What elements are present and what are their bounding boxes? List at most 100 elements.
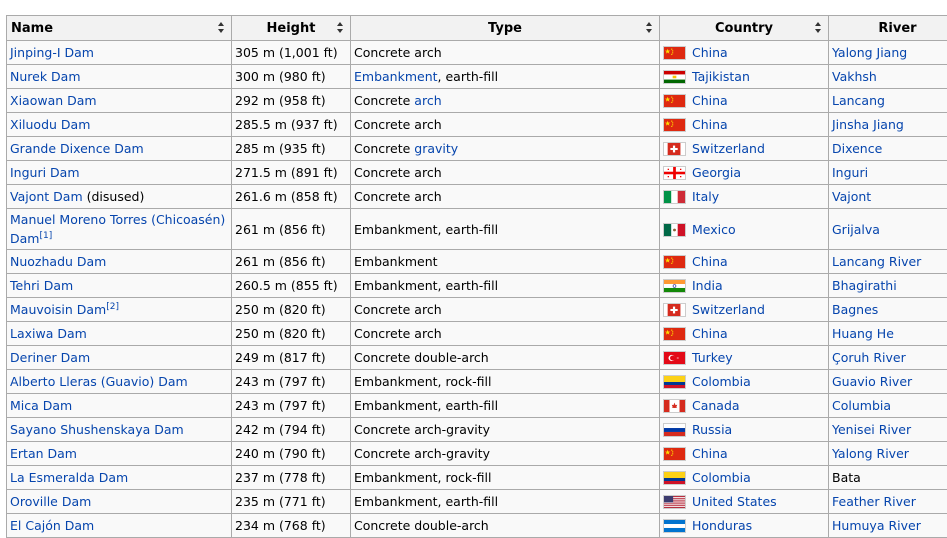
country-link[interactable]: China <box>692 326 728 341</box>
country-link[interactable]: Georgia <box>692 165 741 180</box>
country-link[interactable]: China <box>692 117 728 132</box>
dam-height: 260.5 m (855 ft) <box>235 278 338 293</box>
table-row: Xiaowan Dam292 m (958 ft)Concrete archCh… <box>7 89 947 113</box>
country-link[interactable]: Colombia <box>692 374 751 389</box>
column-header-type[interactable]: Type <box>351 16 660 41</box>
cell-type: Embankment, rock-fill <box>351 370 660 394</box>
reference-link[interactable]: [2] <box>106 302 119 312</box>
china-flag-icon <box>663 118 686 132</box>
table-row: Xiluodu Dam285.5 m (937 ft)Concrete arch… <box>7 113 947 137</box>
cell-river: Columbia <box>829 394 947 418</box>
dam-name-link[interactable]: Laxiwa Dam <box>10 326 87 341</box>
cell-height: 285.5 m (937 ft) <box>232 113 351 137</box>
river-link[interactable]: Vakhsh <box>832 69 877 84</box>
cell-name: Grande Dixence Dam <box>7 137 232 161</box>
country-link[interactable]: Mexico <box>692 222 736 237</box>
dam-name-link[interactable]: Oroville Dam <box>10 494 91 509</box>
dam-name-link[interactable]: Deriner Dam <box>10 350 90 365</box>
river-link[interactable]: Guavio River <box>832 374 912 389</box>
dam-type-text: Concrete double-arch <box>354 350 489 365</box>
country-link[interactable]: Turkey <box>692 350 733 365</box>
country-link[interactable]: United States <box>692 494 777 509</box>
dam-name-link[interactable]: Inguri Dam <box>10 165 80 180</box>
river-link[interactable]: Lancang River <box>832 254 921 269</box>
dam-name-link[interactable]: Xiaowan Dam <box>10 93 97 108</box>
dam-name-link[interactable]: Alberto Lleras (Guavio) Dam <box>10 374 188 389</box>
dam-type-link[interactable]: arch <box>414 93 441 108</box>
column-header-country[interactable]: Country <box>660 16 829 41</box>
dam-name-link[interactable]: Nurek Dam <box>10 69 81 84</box>
river-link[interactable]: Columbia <box>832 398 891 413</box>
dam-name-link[interactable]: Jinping-I Dam <box>10 45 94 60</box>
column-header-height[interactable]: Height <box>232 16 351 41</box>
river-link[interactable]: Bagnes <box>832 302 878 317</box>
dam-name-link[interactable]: Vajont Dam <box>10 189 83 204</box>
river-link[interactable]: Yalong River <box>832 446 909 461</box>
dam-name-link[interactable]: Mica Dam <box>10 398 72 413</box>
cell-country: Switzerland <box>660 137 829 161</box>
dam-height: 261.6 m (858 ft) <box>235 189 338 204</box>
country-link[interactable]: Russia <box>692 422 732 437</box>
sort-icon[interactable] <box>337 22 344 34</box>
sort-icon[interactable] <box>646 22 653 34</box>
country-link[interactable]: China <box>692 446 728 461</box>
cell-country: Italy <box>660 185 829 209</box>
dam-name-link[interactable]: Grande Dixence Dam <box>10 141 144 156</box>
country-link[interactable]: Tajikistan <box>692 69 750 84</box>
colombia-flag-icon <box>663 375 686 389</box>
cell-river: Inguri <box>829 161 947 185</box>
dam-name-link[interactable]: Xiluodu Dam <box>10 117 90 132</box>
dam-height: 240 m (790 ft) <box>235 446 326 461</box>
river-link[interactable]: Yalong Jiang <box>832 45 907 60</box>
dam-name-link[interactable]: Nuozhadu Dam <box>10 254 106 269</box>
river-link[interactable]: Inguri <box>832 165 868 180</box>
honduras-flag-icon <box>663 519 686 533</box>
country-link[interactable]: China <box>692 93 728 108</box>
dam-type-text: Concrete arch <box>354 45 442 60</box>
cell-country: Mexico <box>660 209 829 250</box>
cell-river: Guavio River <box>829 370 947 394</box>
dam-type-text: Embankment, rock-fill <box>354 470 491 485</box>
dam-type-text: Concrete <box>354 93 414 108</box>
river-link[interactable]: Humuya River <box>832 518 921 533</box>
river-link[interactable]: Huang He <box>832 326 894 341</box>
usa-flag-icon <box>663 495 686 509</box>
country-link[interactable]: India <box>692 278 723 293</box>
dam-name-link[interactable]: El Cajón Dam <box>10 518 94 533</box>
river-link[interactable]: Yenisei River <box>832 422 911 437</box>
river-link[interactable]: Dixence <box>832 141 882 156</box>
country-link[interactable]: Italy <box>692 189 719 204</box>
column-header-name[interactable]: Name <box>7 16 232 41</box>
dam-name-link[interactable]: Sayano Shushenskaya Dam <box>10 422 184 437</box>
river-link[interactable]: Çoruh River <box>832 350 906 365</box>
dam-name-link[interactable]: Ertan Dam <box>10 446 77 461</box>
dam-type-link[interactable]: Embankment <box>354 69 438 84</box>
russia-flag-icon <box>663 423 686 437</box>
country-link[interactable]: Canada <box>692 398 740 413</box>
river-link[interactable]: Grijalva <box>832 222 880 237</box>
dam-name-link[interactable]: Manuel Moreno Torres (Chicoasén) Dam <box>10 212 225 246</box>
river-link[interactable]: Jinsha Jiang <box>832 117 904 132</box>
dam-name-link[interactable]: La Esmeralda Dam <box>10 470 128 485</box>
dam-type-link[interactable]: gravity <box>414 141 458 156</box>
country-link[interactable]: Colombia <box>692 470 751 485</box>
river-link[interactable]: Lancang <box>832 93 885 108</box>
river-link[interactable]: Feather River <box>832 494 916 509</box>
river-link[interactable]: Bhagirathi <box>832 278 897 293</box>
reference-link[interactable]: [1] <box>39 231 52 241</box>
river-link[interactable]: Vajont <box>832 189 871 204</box>
country-link[interactable]: China <box>692 45 728 60</box>
column-header-river[interactable]: River <box>829 16 947 41</box>
dam-type-text: Concrete arch <box>354 326 442 341</box>
dam-name-link[interactable]: Tehri Dam <box>10 278 73 293</box>
country-link[interactable]: Switzerland <box>692 302 765 317</box>
country-link[interactable]: Honduras <box>692 518 752 533</box>
cell-type: Concrete arch-gravity <box>351 418 660 442</box>
country-link[interactable]: China <box>692 254 728 269</box>
dam-name-link[interactable]: Mauvoisin Dam <box>10 302 106 317</box>
sort-icon[interactable] <box>218 22 225 34</box>
cell-type: Embankment, earth-fill <box>351 394 660 418</box>
country-link[interactable]: Switzerland <box>692 141 765 156</box>
sort-icon[interactable] <box>815 22 822 34</box>
table-row: Tehri Dam260.5 m (855 ft)Embankment, ear… <box>7 274 947 298</box>
